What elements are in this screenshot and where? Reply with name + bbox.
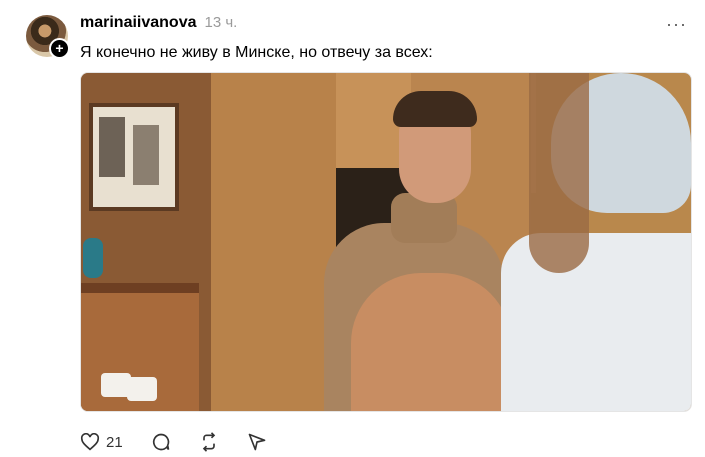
post-header: marinaiivanova 13 ч.: [80, 14, 237, 32]
repost-icon: [199, 432, 219, 452]
likes-count: 21: [106, 433, 123, 451]
post-time[interactable]: 13 ч.: [205, 14, 238, 31]
username[interactable]: marinaiivanova: [80, 14, 197, 32]
post-text: Я конечно не живу в Минске, но отвечу за…: [80, 44, 433, 61]
post-actions: 21: [80, 432, 295, 452]
follow-plus-icon[interactable]: +: [49, 38, 70, 59]
more-options-icon[interactable]: ···: [666, 14, 687, 35]
share-icon: [247, 432, 267, 452]
comment-icon: [151, 432, 171, 452]
post-image[interactable]: [80, 72, 692, 412]
comment-button[interactable]: [151, 432, 171, 452]
heart-icon: [80, 433, 100, 451]
avatar[interactable]: +: [26, 15, 70, 59]
like-button[interactable]: 21: [80, 433, 123, 451]
repost-button[interactable]: [199, 432, 219, 452]
share-button[interactable]: [247, 432, 267, 452]
